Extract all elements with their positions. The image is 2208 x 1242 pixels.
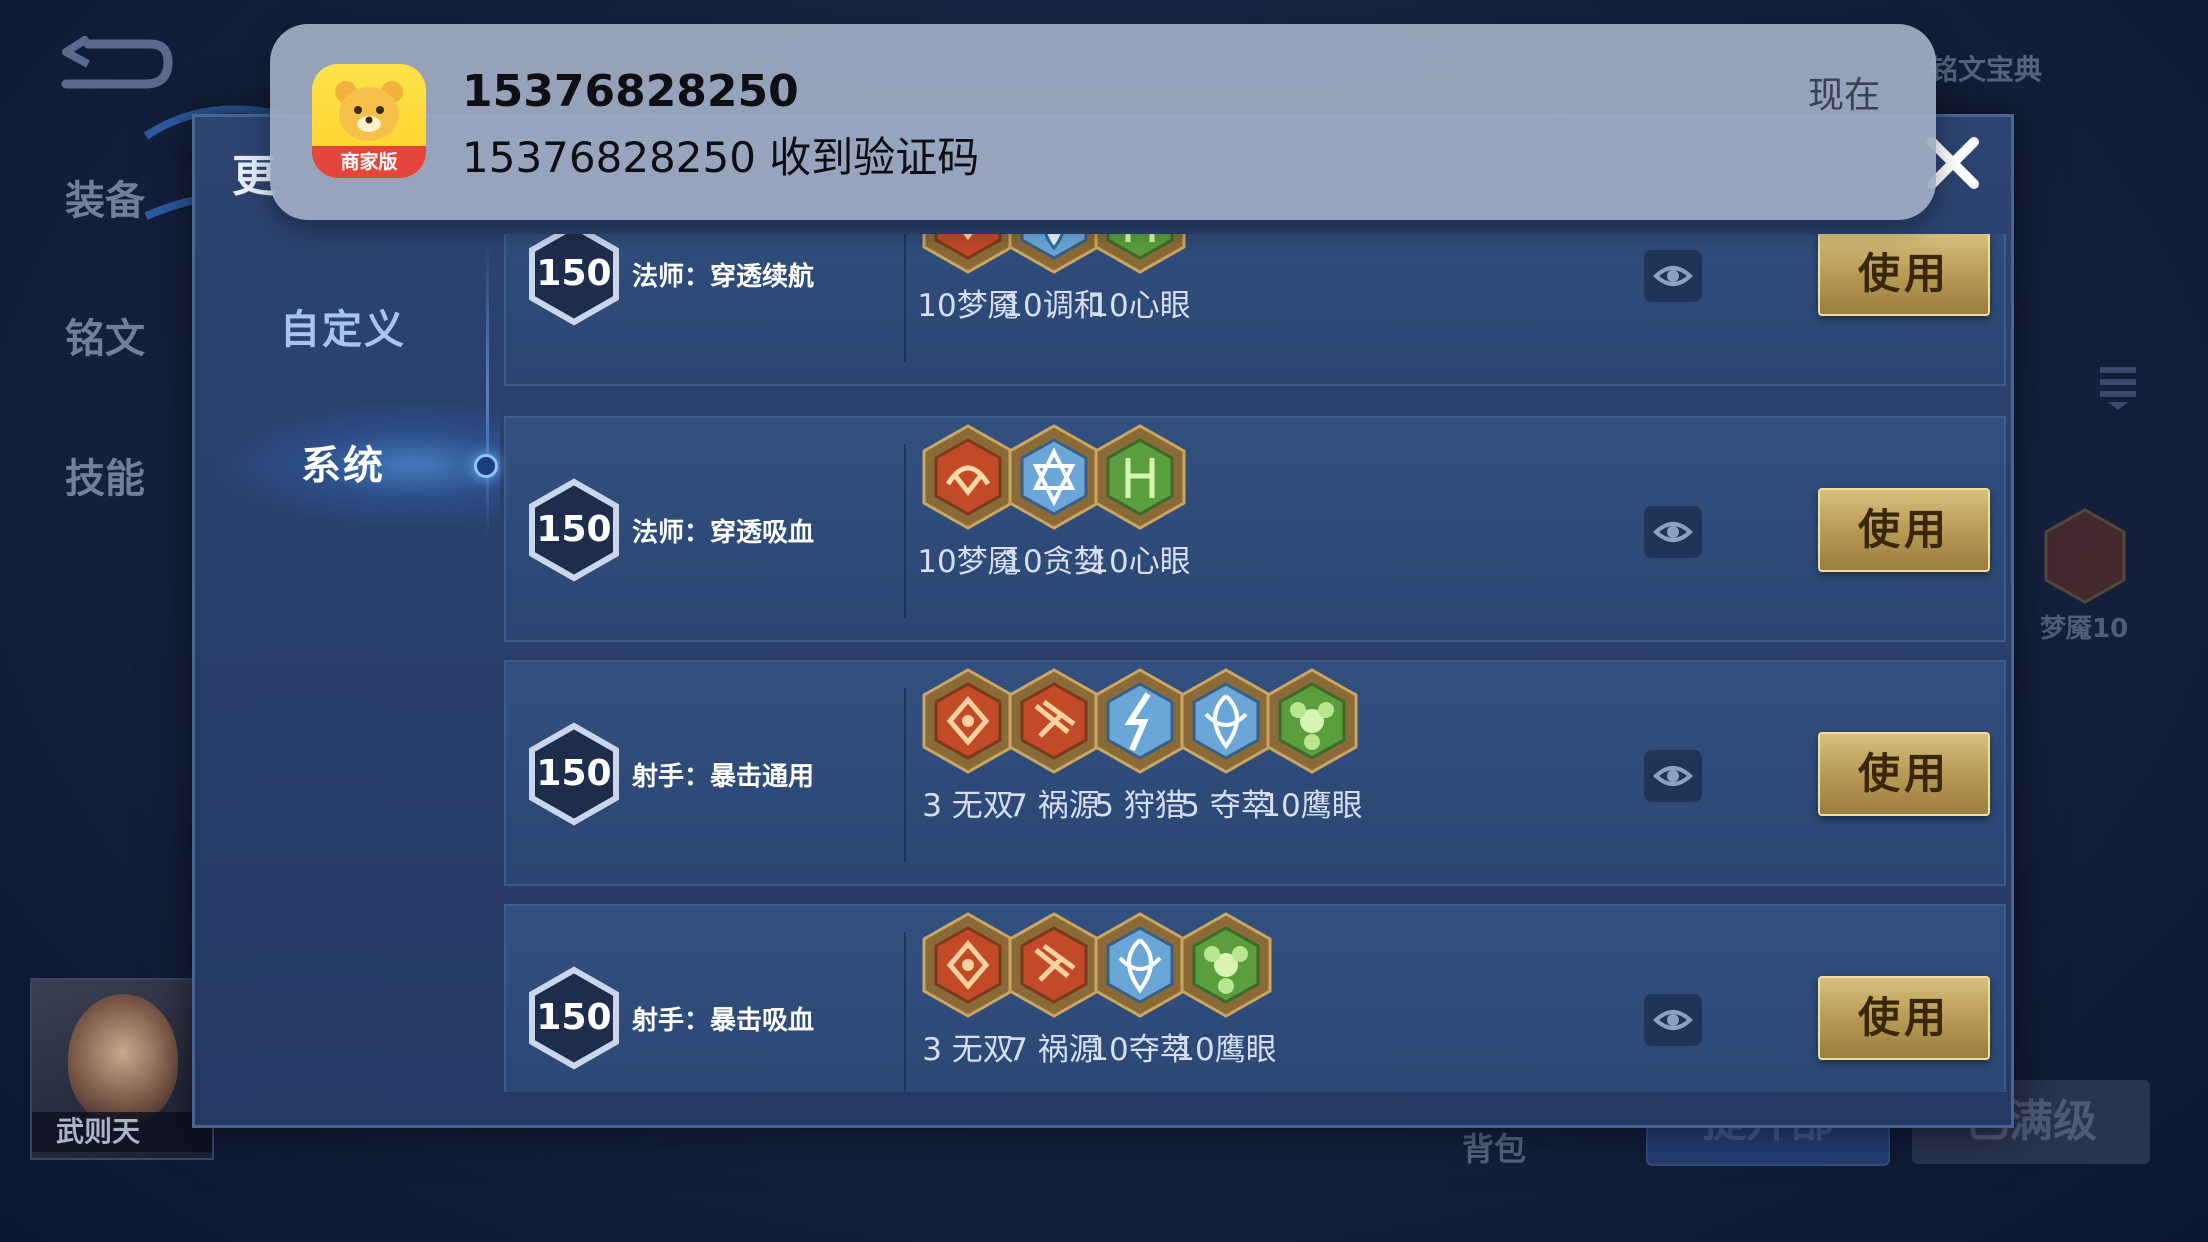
eye-icon bbox=[1653, 266, 1693, 286]
app-badge: 商家版 bbox=[312, 146, 426, 178]
preset-name: 法师：穿透吸血 bbox=[632, 518, 815, 548]
rune-codex-label: 铭文宝典 bbox=[1930, 53, 2043, 86]
preset-card: 150 射手：暴击吸血 3 无双 7 祸源 10夺萃 10鹰眼 使用 bbox=[504, 904, 2006, 1092]
rune-label: 10鹰眼 bbox=[1175, 1032, 1277, 1068]
rune-green-a-icon[interactable]: 10心眼 bbox=[1088, 234, 1192, 325]
rune-green-b-icon[interactable]: 10鹰眼 bbox=[1174, 910, 1278, 1069]
notification-title: 15376828250 bbox=[462, 66, 799, 117]
preview-eye-button[interactable] bbox=[1644, 250, 1702, 302]
preview-eye-button[interactable] bbox=[1644, 506, 1702, 558]
nightmare-rune-label: 梦魇10 bbox=[2040, 614, 2129, 644]
nav-item-custom[interactable]: 自定义 bbox=[196, 290, 490, 370]
level-value: 150 bbox=[536, 509, 612, 550]
rune-green-b-icon[interactable]: 10鹰眼 bbox=[1260, 666, 1364, 825]
hero-name: 武则天 bbox=[32, 1112, 212, 1152]
eye-icon bbox=[1653, 766, 1693, 786]
app-icon: 商家版 bbox=[312, 64, 426, 178]
nightmare-rune-icon bbox=[2044, 508, 2126, 604]
use-button[interactable]: 使用 bbox=[1818, 976, 1990, 1060]
rune-label: 10心眼 bbox=[1089, 544, 1191, 580]
card-divider bbox=[904, 444, 906, 618]
use-button[interactable]: 使用 bbox=[1818, 732, 1990, 816]
preview-eye-button[interactable] bbox=[1644, 994, 1702, 1046]
level-badge: 150 bbox=[526, 478, 622, 582]
preset-name: 射手：暴击吸血 bbox=[632, 1006, 815, 1036]
use-button[interactable]: 使用 bbox=[1818, 234, 1990, 316]
level-badge: 150 bbox=[526, 722, 622, 826]
notification-body: 15376828250 收到验证码 bbox=[462, 133, 980, 182]
level-value: 150 bbox=[536, 753, 612, 794]
tab-inscription[interactable]: 铭文 bbox=[30, 306, 180, 364]
rune-label: 10鹰眼 bbox=[1261, 788, 1363, 824]
use-button[interactable]: 使用 bbox=[1818, 488, 1990, 572]
hero-portrait[interactable]: 武则天 bbox=[30, 978, 214, 1160]
bear-mascot-icon bbox=[335, 81, 403, 141]
eye-icon bbox=[1653, 1010, 1693, 1030]
preset-name: 法师：穿透续航 bbox=[632, 262, 815, 292]
preview-eye-button[interactable] bbox=[1644, 750, 1702, 802]
tab-skills[interactable]: 技能 bbox=[30, 446, 180, 504]
card-divider bbox=[904, 932, 906, 1092]
preset-name: 射手：暴击通用 bbox=[632, 762, 815, 792]
rune-green-a-icon[interactable]: 10心眼 bbox=[1088, 422, 1192, 581]
back-arrow-icon[interactable] bbox=[58, 36, 174, 92]
preset-list[interactable]: 150 法师：穿透续航 10梦魇 10调和 10心眼 使用 150 法师：穿透吸血 10梦魇 1… bbox=[504, 234, 2006, 1092]
rune-label: 10心眼 bbox=[1089, 288, 1191, 324]
preset-card: 150 射手：暴击通用 3 无双 7 祸源 5 狩猎 5 夺萃 10鹰眼 使用 bbox=[504, 660, 2006, 886]
level-value: 150 bbox=[536, 997, 612, 1038]
bag-label: 背包 bbox=[1462, 1130, 1527, 1168]
level-badge: 150 bbox=[526, 234, 622, 326]
preset-card: 150 法师：穿透续航 10梦魇 10调和 10心眼 使用 bbox=[504, 234, 2006, 386]
notification-time: 现在 bbox=[1808, 75, 1881, 116]
preset-card: 150 法师：穿透吸血 10梦魇 10贪婪 10心眼 使用 bbox=[504, 416, 2006, 642]
eye-icon bbox=[1653, 522, 1693, 542]
level-value: 150 bbox=[536, 253, 612, 294]
side-nav: 自定义 系统 bbox=[196, 230, 490, 1126]
menu-icon[interactable] bbox=[2096, 360, 2140, 412]
hero-face-image bbox=[68, 994, 178, 1124]
notification-banner[interactable]: 商家版 15376828250 15376828250 收到验证码 现在 bbox=[270, 24, 1936, 220]
card-divider bbox=[904, 688, 906, 862]
level-badge: 150 bbox=[526, 966, 622, 1070]
nav-item-system[interactable]: 系统 bbox=[196, 426, 490, 506]
card-divider bbox=[904, 234, 906, 362]
